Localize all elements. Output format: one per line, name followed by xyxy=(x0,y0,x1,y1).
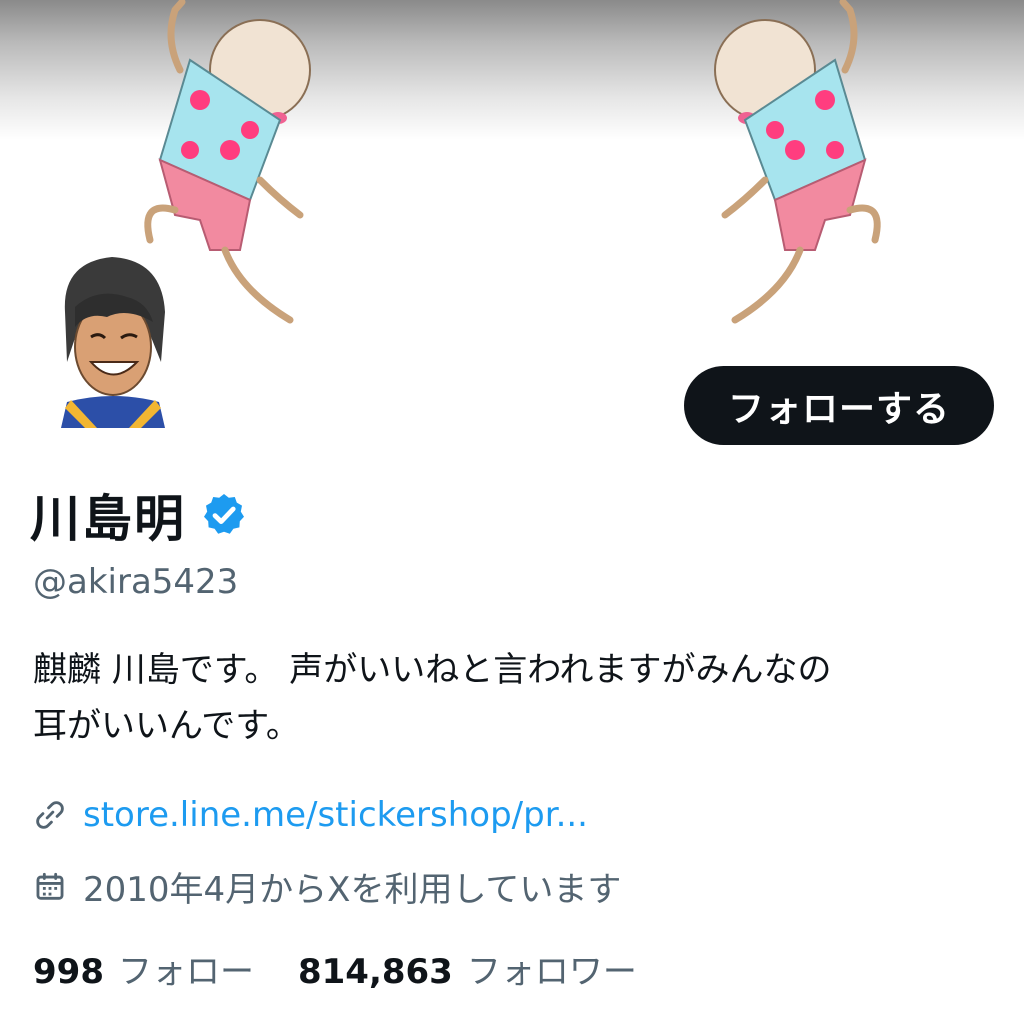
calendar-icon xyxy=(36,872,64,900)
bio-line: 麒麟 川島です。 声がいいねと言われますがみんなの xyxy=(33,650,832,690)
profile-stats: 998 フォロー 814,863 フォロワー xyxy=(33,944,681,993)
following-stat[interactable]: 998 フォロー xyxy=(33,944,254,993)
profile-joined-row: 2010年4月からXを利用しています xyxy=(33,862,621,911)
followers-label: フォロワー xyxy=(466,952,637,992)
link-icon xyxy=(36,801,64,829)
verified-badge-icon[interactable] xyxy=(200,491,248,539)
profile-link[interactable]: store.line.me/stickershop/pr... xyxy=(83,795,588,835)
following-count: 998 xyxy=(33,952,104,992)
name-row: 川島明 xyxy=(30,480,248,550)
followers-count: 814,863 xyxy=(297,952,453,992)
following-label: フォロー xyxy=(117,952,254,992)
profile-avatar[interactable] xyxy=(57,252,169,428)
banner-illustration-right xyxy=(714,0,881,324)
profile-handle: @akira5423 xyxy=(33,562,239,602)
display-name: 川島明 xyxy=(30,490,186,548)
profile-link-row[interactable]: store.line.me/stickershop/pr... xyxy=(33,795,588,835)
profile-bio: 麒麟 川島です。 声がいいねと言われますがみんなの 耳がいいんです。 xyxy=(33,642,993,754)
followers-stat[interactable]: 814,863 フォロワー xyxy=(298,944,637,993)
profile-joined-text: 2010年4月からXを利用しています xyxy=(83,870,622,910)
bio-line: 耳がいいんです。 xyxy=(33,706,300,746)
follow-button[interactable]: フォローする xyxy=(684,366,994,445)
